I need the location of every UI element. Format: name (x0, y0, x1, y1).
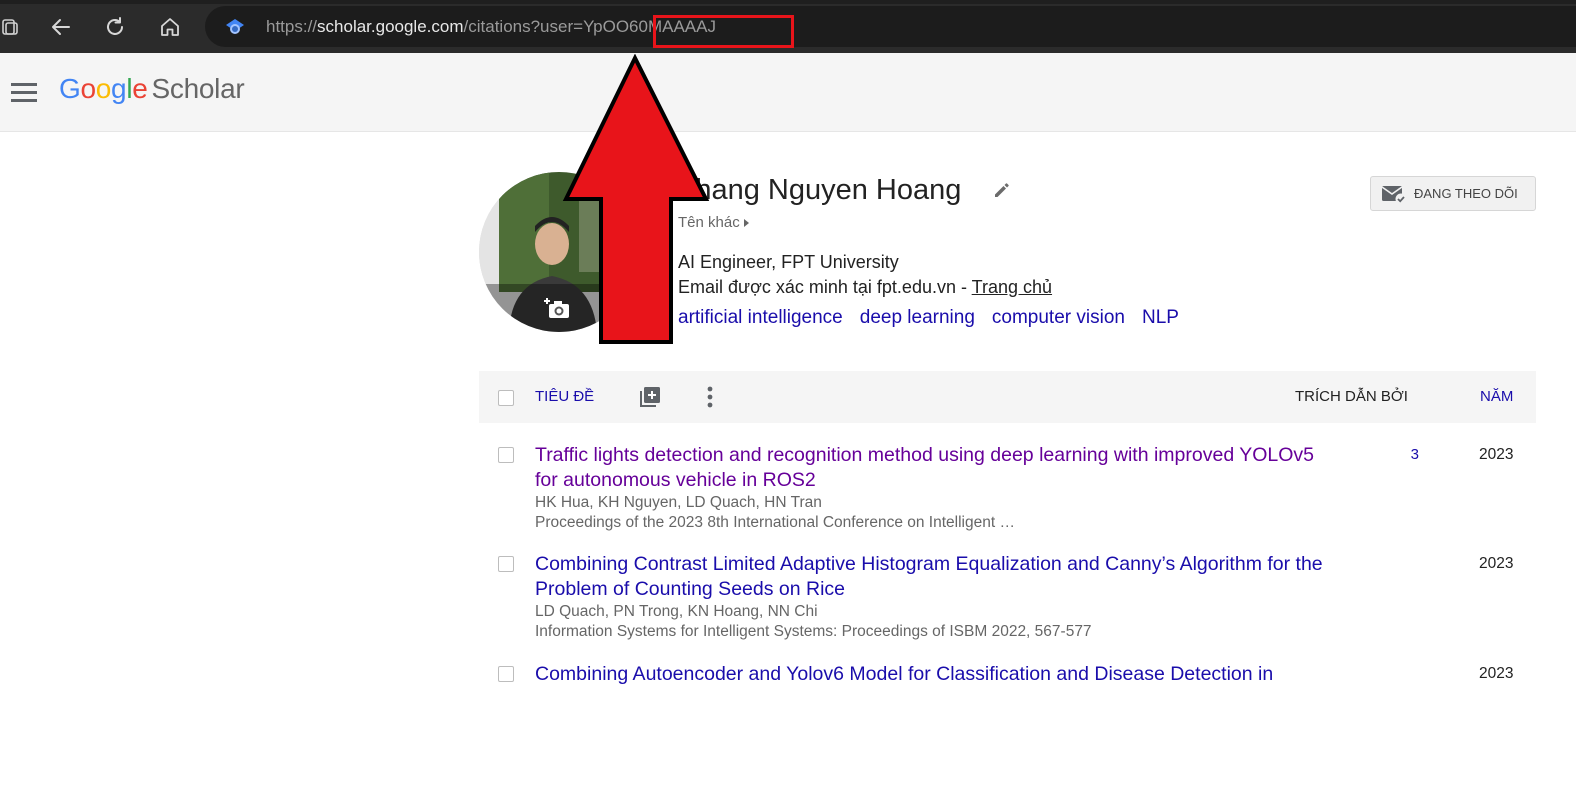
back-arrow-icon (52, 19, 70, 35)
logo-letter: g (111, 73, 127, 104)
interest-link[interactable]: NLP (1142, 307, 1179, 328)
reload-button[interactable] (98, 10, 132, 44)
articles-table-header: TIÊU ĐỀ TRÍCH DẪN BỞI NĂM (479, 371, 1536, 423)
cited-by-header[interactable]: TRÍCH DẪN BỞI (1295, 388, 1408, 405)
add-article-icon[interactable] (638, 385, 662, 414)
interest-link[interactable]: deep learning (860, 307, 975, 328)
homepage-link[interactable]: Trang chủ (972, 277, 1052, 297)
address-bar[interactable]: https://scholar.google.com/citations?use… (205, 6, 1576, 48)
red-arrow-annotation (562, 54, 710, 344)
article-year: 2023 (1479, 665, 1514, 682)
url-host: scholar.google.com (317, 17, 464, 36)
google-scholar-logo[interactable]: Google Scholar (59, 73, 245, 105)
article-title-link[interactable]: Combining Contrast Limited Adaptive Hist… (535, 552, 1325, 602)
url-scheme: https:// (266, 17, 318, 36)
affiliation: AI Engineer, FPT University (678, 252, 899, 272)
article-venue: Proceedings of the 2023 8th Internationa… (535, 514, 1015, 531)
verified-email: Email được xác minh tại fpt.edu.vn - Tra… (678, 277, 1052, 298)
back-button[interactable] (44, 10, 78, 44)
select-all-checkbox[interactable] (498, 390, 514, 406)
article-authors: LD Quach, PN Trong, KN Hoang, NN Chi (535, 603, 818, 620)
logo-letter: G (59, 73, 81, 104)
article-checkbox[interactable] (498, 666, 514, 682)
following-label: ĐANG THEO DÕI (1414, 186, 1518, 201)
reload-icon (107, 17, 123, 35)
edit-pencil-icon[interactable] (992, 180, 1012, 205)
expand-triangle-icon (743, 219, 749, 228)
article-year: 2023 (1479, 555, 1514, 572)
article-checkbox[interactable] (498, 556, 514, 572)
following-button[interactable]: ĐANG THEO DÕI (1370, 176, 1536, 211)
collections-icon[interactable] (0, 10, 26, 44)
home-icon (161, 18, 179, 36)
url-text[interactable]: https://scholar.google.com/citations?use… (266, 15, 794, 48)
article-authors: HK Hua, KH Nguyen, LD Quach, HN Tran (535, 494, 822, 511)
url-path: /citations?user= (463, 17, 584, 36)
article-row: Combining Autoencoder and Yolov6 Model f… (479, 662, 1536, 702)
user-id-highlight-box (653, 15, 794, 48)
research-interests: artificial intelligence deep learning comp… (678, 307, 1196, 329)
home-button[interactable] (153, 10, 187, 44)
article-year: 2023 (1479, 446, 1514, 463)
interest-link[interactable]: computer vision (992, 307, 1125, 328)
more-actions-icon[interactable] (707, 386, 713, 413)
menu-icon[interactable] (11, 83, 37, 103)
logo-scholar-word: Scholar (151, 73, 245, 104)
article-venue: Information Systems for Intelligent Syst… (535, 623, 1092, 640)
mail-check-icon (1381, 185, 1407, 204)
scholar-header: Google Scholar (0, 53, 1576, 132)
article-checkbox[interactable] (498, 447, 514, 463)
browser-toolbar: https://scholar.google.com/citations?use… (0, 0, 1576, 53)
verified-email-text: Email được xác minh tại fpt.edu.vn - (678, 277, 972, 297)
article-title-link[interactable]: Combining Autoencoder and Yolov6 Model f… (535, 662, 1335, 687)
article-row: Combining Contrast Limited Adaptive Hist… (479, 552, 1536, 647)
article-title-link[interactable]: Traffic lights detection and recognition… (535, 443, 1325, 493)
sort-by-title-header[interactable]: TIÊU ĐỀ (535, 388, 594, 405)
scholar-favicon-icon (226, 19, 244, 34)
window-top-edge (0, 0, 1576, 4)
logo-letter: o (80, 73, 96, 104)
logo-letter: o (95, 73, 112, 104)
sort-by-year-header[interactable]: NĂM (1480, 388, 1513, 405)
article-row: Traffic lights detection and recognition… (479, 443, 1536, 538)
logo-letter: e (132, 73, 148, 104)
cited-by-count-link[interactable]: 3 (1399, 446, 1419, 463)
profile-name: Khang Nguyen Hoang (676, 174, 962, 206)
